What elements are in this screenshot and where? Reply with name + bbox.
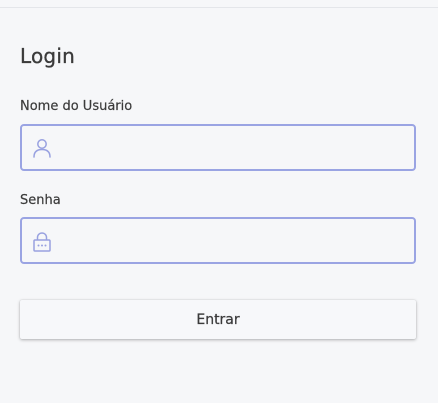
login-title: Login: [20, 44, 75, 68]
password-label: Senha: [20, 193, 61, 208]
password-input[interactable]: [62, 219, 408, 262]
lock-icon: [31, 230, 53, 252]
login-submit-button[interactable]: Entrar: [20, 300, 416, 339]
password-field[interactable]: [20, 217, 416, 264]
top-bar: [0, 0, 438, 8]
username-label: Nome do Usuário: [20, 99, 133, 114]
username-input[interactable]: [62, 126, 408, 169]
user-icon: [31, 137, 53, 159]
username-field[interactable]: [20, 124, 416, 171]
